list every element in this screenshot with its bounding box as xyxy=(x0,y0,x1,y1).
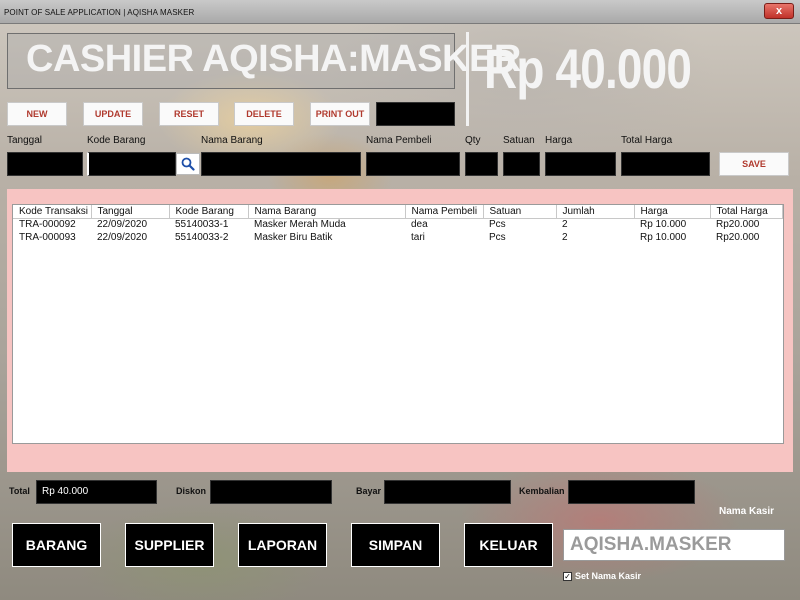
set-nama-kasir-checkbox[interactable]: ✓ xyxy=(563,571,572,581)
nama-kasir-label: Nama Kasir xyxy=(719,506,775,517)
supplier-button[interactable]: SUPPLIER xyxy=(125,523,214,567)
label-nama-barang: Nama Barang xyxy=(201,135,263,146)
search-icon xyxy=(181,157,195,171)
label-satuan: Satuan xyxy=(503,135,535,146)
laporan-button[interactable]: LAPORAN xyxy=(238,523,327,567)
label-qty: Qty xyxy=(465,135,481,146)
nama-barang-input[interactable] xyxy=(201,152,361,176)
col-kode-barang[interactable]: Kode Barang xyxy=(169,205,249,219)
kembalian-label: Kembalian xyxy=(519,486,565,496)
kembalian-field xyxy=(568,480,695,504)
cell-nama-barang: Masker Merah Muda xyxy=(254,219,346,231)
close-button[interactable]: x xyxy=(764,3,794,19)
cell-nama-pembeli: tari xyxy=(411,232,425,243)
close-icon: x xyxy=(775,5,783,17)
tanggal-input[interactable] xyxy=(7,152,83,176)
cell-total-harga: Rp20.000 xyxy=(716,232,760,243)
cell-kode-transaksi: TRA-000093 xyxy=(19,232,76,243)
kode-barang-input[interactable] xyxy=(87,152,176,176)
update-button[interactable]: UPDATE xyxy=(83,102,143,126)
save-button[interactable]: SAVE xyxy=(719,152,789,176)
table-row[interactable]: TRA-000092 22/09/2020 55140033-1 Masker … xyxy=(13,218,783,231)
label-nama-pembeli: Nama Pembeli xyxy=(366,135,432,146)
delete-button[interactable]: DELETE xyxy=(234,102,294,126)
set-nama-kasir-option: ✓ Set Nama Kasir xyxy=(563,571,641,581)
total-label: Total xyxy=(9,486,30,496)
diskon-label: Diskon xyxy=(176,486,207,496)
cell-total-harga: Rp20.000 xyxy=(716,219,760,231)
satuan-input[interactable] xyxy=(503,152,540,176)
cell-jumlah: 2 xyxy=(562,232,568,243)
grand-total-display: Rp 40.000 xyxy=(484,37,692,100)
reset-button[interactable]: RESET xyxy=(159,102,219,126)
print-out-button[interactable]: PRINT OUT xyxy=(310,102,370,126)
cell-kode-transaksi: TRA-000092 xyxy=(19,219,76,231)
total-field: Rp 40.000 xyxy=(36,480,157,504)
search-button[interactable] xyxy=(176,153,200,175)
keluar-button[interactable]: KELUAR xyxy=(464,523,553,567)
bayar-label: Bayar xyxy=(356,486,382,496)
label-total-harga: Total Harga xyxy=(621,135,673,146)
cell-harga: Rp 10.000 xyxy=(640,232,687,243)
col-total-harga[interactable]: Total Harga xyxy=(710,205,783,219)
cell-kode-barang: 55140033-1 xyxy=(175,219,229,231)
toolbar-field xyxy=(376,102,455,126)
cell-nama-pembeli: dea xyxy=(411,219,428,231)
diskon-input[interactable] xyxy=(210,480,332,504)
label-tanggal: Tanggal xyxy=(7,135,43,146)
cell-satuan: Pcs xyxy=(489,219,506,231)
label-harga: Harga xyxy=(545,135,573,146)
harga-input[interactable] xyxy=(545,152,616,176)
col-nama-barang[interactable]: Nama Barang xyxy=(248,205,406,219)
table-row[interactable]: TRA-000093 22/09/2020 55140033-2 Masker … xyxy=(13,231,783,244)
col-tanggal[interactable]: Tanggal xyxy=(91,205,170,219)
table-header-row: Kode Transaksi Tanggal Kode Barang Nama … xyxy=(13,205,783,219)
bayar-input[interactable] xyxy=(384,480,511,504)
set-nama-kasir-label: Set Nama Kasir xyxy=(575,571,642,581)
banner-title: CASHIER AQISHA:MASKER xyxy=(26,38,521,80)
transactions-table[interactable]: Kode Transaksi Tanggal Kode Barang Nama … xyxy=(12,204,784,444)
col-kode-transaksi[interactable]: Kode Transaksi xyxy=(13,205,92,219)
cell-tanggal: 22/09/2020 xyxy=(97,232,148,243)
col-harga[interactable]: Harga xyxy=(634,205,711,219)
pos-window: POINT OF SALE APPLICATION | AQISHA MASKE… xyxy=(0,0,800,600)
cell-satuan: Pcs xyxy=(489,232,506,243)
cashier-banner: CASHIER AQISHA:MASKER xyxy=(7,33,521,89)
nama-kasir-input[interactable]: AQISHA.MASKER xyxy=(563,529,785,561)
cell-harga: Rp 10.000 xyxy=(640,219,687,231)
header-divider xyxy=(466,32,469,126)
col-jumlah[interactable]: Jumlah xyxy=(556,205,635,219)
new-button[interactable]: NEW xyxy=(7,102,67,126)
cell-jumlah: 2 xyxy=(562,219,568,231)
nama-pembeli-input[interactable] xyxy=(366,152,460,176)
total-harga-input[interactable] xyxy=(621,152,710,176)
cell-kode-barang: 55140033-2 xyxy=(175,232,229,243)
col-satuan[interactable]: Satuan xyxy=(483,205,557,219)
qty-input[interactable] xyxy=(465,152,498,176)
title-bar: POINT OF SALE APPLICATION | AQISHA MASKE… xyxy=(0,0,800,24)
barang-button[interactable]: BARANG xyxy=(12,523,101,567)
simpan-button[interactable]: SIMPAN xyxy=(351,523,440,567)
label-kode-barang: Kode Barang xyxy=(87,135,146,146)
col-nama-pembeli[interactable]: Nama Pembeli xyxy=(405,205,484,219)
window-title: POINT OF SALE APPLICATION | AQISHA MASKE… xyxy=(4,8,195,17)
cell-nama-barang: Masker Biru Batik xyxy=(254,232,333,243)
cell-tanggal: 22/09/2020 xyxy=(97,219,148,231)
